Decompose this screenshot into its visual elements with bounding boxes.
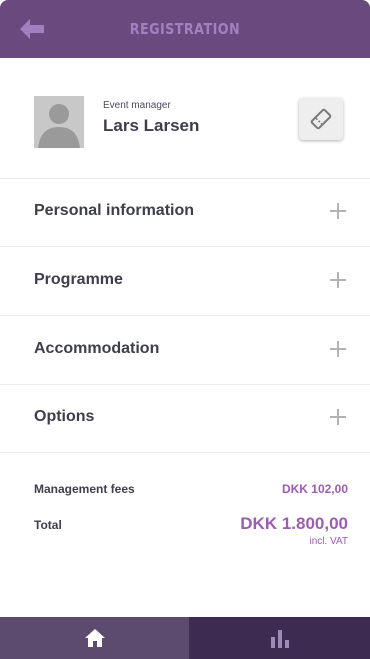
total-value: DKK 1.800,00 bbox=[240, 514, 348, 533]
ticket-icon bbox=[310, 108, 332, 130]
section-label: Programme bbox=[34, 271, 123, 288]
arrow-left-icon bbox=[20, 19, 44, 39]
section-accommodation[interactable]: Accommodation bbox=[0, 316, 370, 385]
section-label: Accommodation bbox=[34, 340, 160, 357]
bottom-nav bbox=[0, 617, 370, 659]
vat-note: incl. VAT bbox=[309, 536, 348, 547]
nav-stats-button[interactable] bbox=[189, 617, 370, 659]
total-label: Total bbox=[34, 518, 62, 532]
back-button[interactable] bbox=[18, 17, 48, 41]
app-header: REGISTRATION bbox=[0, 0, 370, 58]
plus-icon bbox=[330, 341, 346, 357]
profile-card: Event manager Lars Larsen bbox=[0, 58, 370, 179]
profile-name: Lars Larsen bbox=[103, 116, 200, 135]
plus-icon bbox=[330, 272, 346, 288]
ticket-button[interactable] bbox=[299, 98, 343, 140]
profile-role: Event manager bbox=[103, 100, 171, 111]
bar-chart-icon bbox=[270, 630, 289, 648]
avatar bbox=[34, 96, 84, 148]
section-programme[interactable]: Programme bbox=[0, 247, 370, 316]
nav-home-button[interactable] bbox=[0, 617, 189, 659]
section-label: Options bbox=[34, 408, 95, 425]
plus-icon bbox=[330, 409, 346, 425]
page-title: REGISTRATION bbox=[129, 20, 241, 38]
section-personal-information[interactable]: Personal information bbox=[0, 178, 370, 247]
section-options[interactable]: Options bbox=[0, 384, 370, 453]
plus-icon bbox=[330, 203, 346, 219]
section-label: Personal information bbox=[34, 202, 195, 219]
fees-value: DKK 102,00 bbox=[281, 482, 348, 496]
fees-label: Management fees bbox=[34, 482, 135, 496]
home-icon bbox=[84, 629, 105, 647]
